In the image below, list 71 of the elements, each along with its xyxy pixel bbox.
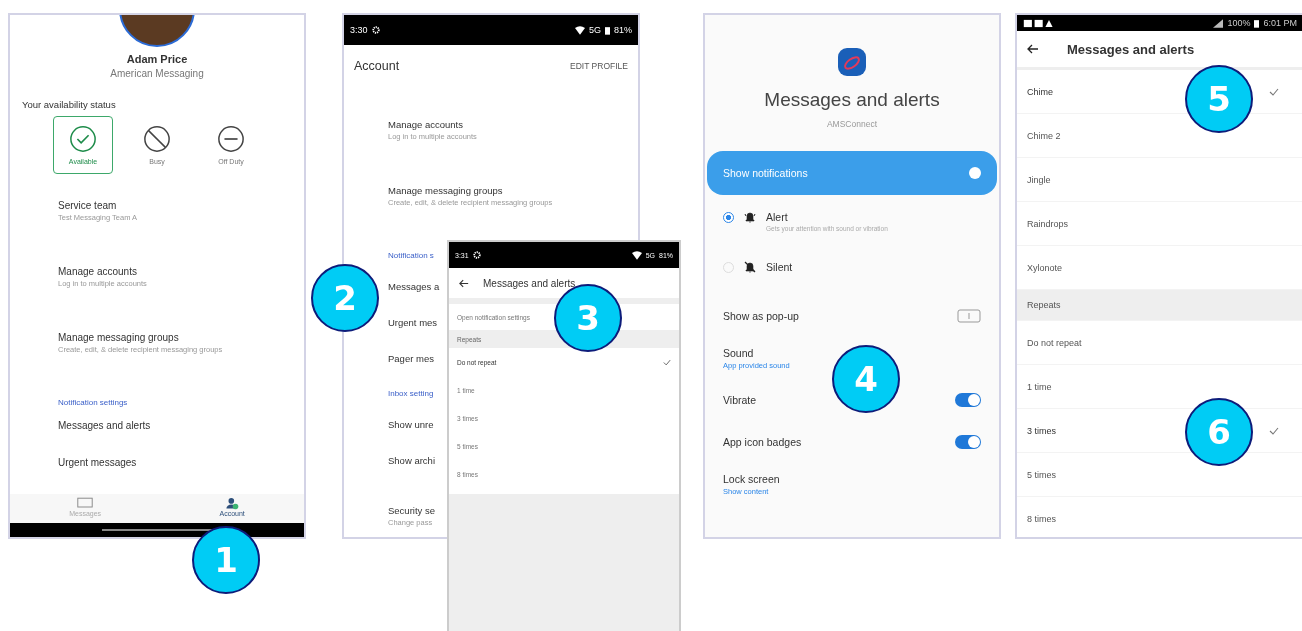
back-arrow-icon[interactable] — [459, 278, 469, 288]
back-arrow-icon[interactable] — [1027, 44, 1039, 54]
menu-item[interactable]: Manage accounts — [58, 266, 137, 277]
profile-name: Adam Price — [125, 53, 189, 65]
menu-item[interactable]: Show archi — [388, 455, 435, 466]
sound-option[interactable]: Chime — [1027, 86, 1053, 97]
toggle-switch[interactable] — [955, 393, 981, 407]
menu-item[interactable]: Manage messaging groups — [58, 332, 179, 343]
wifi-icon — [631, 250, 642, 260]
popup-window-icon — [957, 309, 981, 323]
menu-item[interactable]: Messages a — [388, 281, 440, 292]
screen-title: Messages and alerts — [763, 89, 941, 111]
screen-title: Account — [354, 59, 400, 73]
menu-item[interactable]: Urgent mes — [388, 317, 438, 328]
minus-circle-icon — [217, 125, 245, 153]
setting-label: Show notifications — [723, 167, 808, 179]
section-label: Your availability status — [22, 99, 117, 110]
prohibited-icon — [143, 125, 171, 153]
menu-item[interactable]: Security se — [388, 505, 435, 516]
gear-icon — [472, 251, 481, 259]
setting-label: Lock screen — [723, 472, 780, 485]
edit-profile-button[interactable]: EDIT PROFILE — [568, 59, 630, 73]
battery-icon — [605, 25, 610, 35]
menu-item[interactable]: Service team — [58, 200, 117, 211]
battery-level: 100% — [1227, 18, 1251, 28]
monitor-icon — [77, 496, 94, 510]
sound-option[interactable]: 1 time — [1027, 381, 1052, 392]
sound-option[interactable]: Do not repeat — [1027, 337, 1082, 348]
person-icon — [224, 496, 241, 510]
sound-option[interactable]: Raindrops — [1027, 218, 1069, 229]
menu-item[interactable]: Manage messaging groups — [388, 185, 503, 196]
sound-option[interactable]: 8 times — [1027, 513, 1056, 524]
sound-option[interactable]: Chime 2 — [1027, 130, 1061, 141]
menu-item[interactable]: Messages and alerts — [58, 420, 151, 431]
battery-icon — [1254, 18, 1260, 28]
section-header: Inbox setting — [388, 389, 434, 400]
step-number-badge: 2 — [311, 264, 379, 332]
sound-option[interactable]: Xylonote — [1027, 262, 1063, 273]
sound-option[interactable]: 5 times — [1027, 469, 1056, 480]
setting-label: Sound — [723, 346, 755, 359]
radio-button[interactable] — [723, 212, 734, 223]
gear-icon — [371, 26, 380, 34]
section-header: Repeats — [1017, 290, 1302, 321]
signal-icon — [1213, 18, 1224, 28]
menu-item[interactable]: Show unre — [388, 419, 434, 430]
toggle-switch[interactable] — [955, 435, 981, 449]
menu-item[interactable]: Manage accounts — [388, 119, 463, 130]
section-header: Notification settings — [58, 398, 129, 409]
organization-name: American Messaging — [109, 68, 205, 79]
app-name: AMSConnect — [825, 119, 879, 129]
wifi-icon — [574, 25, 585, 35]
bell-muted-icon — [744, 261, 756, 273]
app-icon — [837, 47, 867, 77]
battery-level: 81% — [614, 25, 632, 35]
step-number-badge: 1 — [192, 526, 260, 594]
sound-option[interactable]: Jingle — [1027, 174, 1051, 185]
status-time: 3:30 — [350, 25, 368, 35]
setting-label: Vibrate — [723, 394, 757, 406]
mode-label: Alert — [766, 211, 789, 223]
setting-label: App icon badges — [723, 436, 802, 448]
network-label: 5G — [588, 25, 601, 35]
mode-label: Silent — [766, 261, 793, 273]
menu-item[interactable]: Urgent messages — [58, 457, 137, 468]
setting-label: Show as pop-up — [723, 310, 799, 322]
status-time: 6:01 PM — [1263, 18, 1297, 28]
screen-title: Messages and alerts — [1067, 41, 1195, 57]
sound-option[interactable]: 3 times — [1027, 425, 1056, 436]
section-header: Notification s — [388, 251, 434, 262]
check-circle-icon — [69, 125, 97, 153]
bell-ringing-icon — [744, 211, 756, 223]
menu-item[interactable]: Pager mes — [388, 353, 434, 364]
